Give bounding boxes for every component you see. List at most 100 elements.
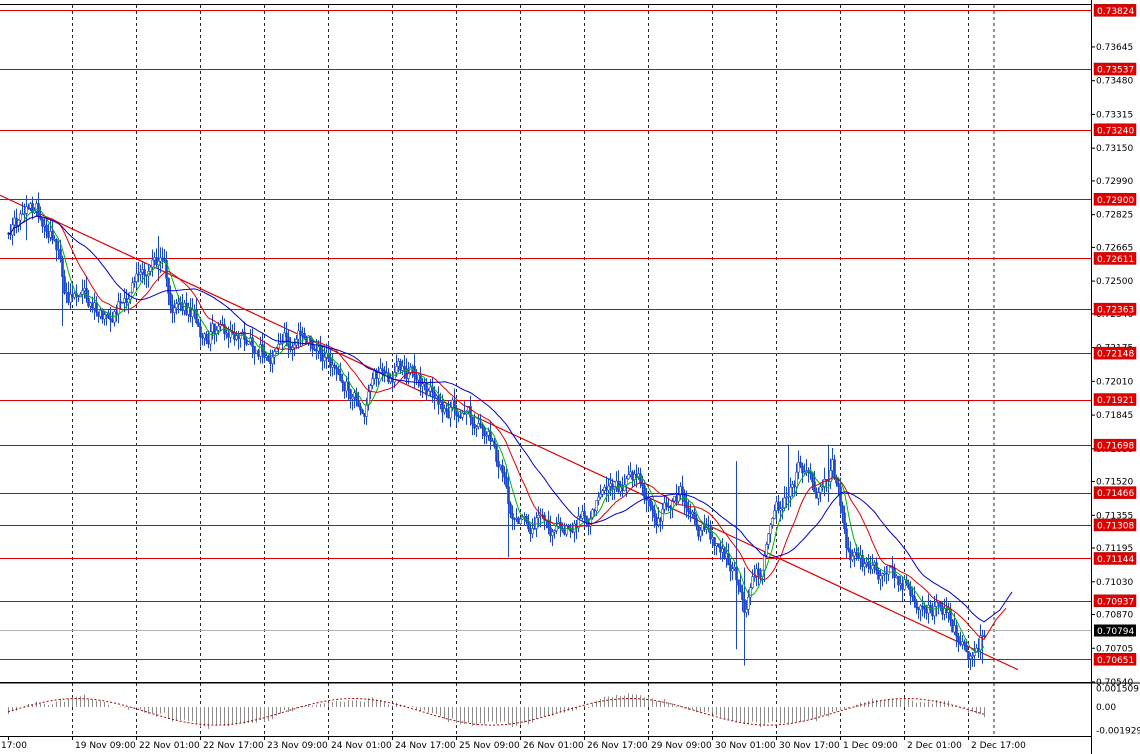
candle-body — [303, 333, 306, 339]
candle-body — [203, 333, 206, 339]
candle-body — [273, 351, 276, 358]
candle-body — [101, 310, 104, 320]
level-price-label: 0.70651 — [1097, 656, 1134, 666]
candle-body — [769, 524, 772, 535]
level-price-label: 0.73240 — [1097, 126, 1134, 136]
candle-body — [247, 341, 250, 345]
candle-body — [685, 501, 688, 509]
candle-body — [643, 485, 646, 498]
candle-body — [121, 301, 124, 304]
candle-body — [207, 340, 210, 345]
candle-body — [955, 625, 958, 637]
candle-body — [625, 478, 628, 486]
candle-body — [277, 344, 280, 349]
candle-body — [225, 332, 228, 335]
level-price-label: 0.72900 — [1097, 196, 1134, 206]
chart-canvas[interactable]: 0.73645 0.73480 0.73315 0.73150 0.72990 0.728… — [0, 0, 1140, 754]
candle-body — [233, 332, 236, 340]
candle-body — [915, 600, 918, 609]
candle-body — [639, 473, 642, 484]
candle-body — [739, 584, 742, 593]
candle-body — [741, 591, 744, 600]
candle-body — [527, 521, 530, 530]
current-price-label: 0.70794 — [1097, 627, 1134, 637]
candle-body — [191, 309, 194, 317]
candle-body — [493, 440, 496, 447]
candle-body — [501, 465, 504, 473]
price-tick-label: 0.73645 — [1096, 43, 1133, 53]
candle-body — [293, 344, 296, 348]
price-tick-label: 0.71030 — [1096, 578, 1133, 588]
candle-body — [51, 231, 54, 240]
candle-body — [847, 547, 850, 551]
price-tick-label: 0.72665 — [1096, 243, 1133, 253]
time-axis: 17:00 19 Nov 09:00 22 Nov 01:00 22 Nov 17:0… — [1, 736, 1026, 751]
candle-body — [95, 302, 98, 313]
oscillator-tick-label: 0.00 — [1096, 703, 1116, 713]
time-tick-label: 25 Nov 09:00 — [459, 741, 520, 751]
candle-body — [171, 304, 174, 313]
candle-body — [131, 282, 134, 293]
level-price-label: 0.71698 — [1097, 442, 1134, 452]
candle-body — [123, 298, 126, 303]
level-price-label: 0.71144 — [1097, 555, 1134, 565]
candle-body — [173, 307, 176, 313]
oscillator-tick-label: 0.001509 — [1096, 685, 1139, 695]
candle-body — [245, 339, 248, 345]
candle-body — [85, 287, 88, 299]
candle-body — [253, 346, 256, 354]
candle-body — [795, 471, 798, 488]
candle-body — [109, 317, 112, 321]
candle-body — [185, 302, 188, 315]
candle-body — [395, 365, 398, 373]
candle-body — [933, 606, 936, 617]
candle-body — [365, 404, 368, 417]
candle-body — [767, 533, 770, 545]
candle-body — [489, 431, 492, 442]
candle-body — [837, 482, 840, 487]
candle-body — [381, 368, 384, 371]
candle-body — [495, 446, 498, 462]
price-tick-label: 0.73480 — [1096, 77, 1133, 87]
candle-body — [843, 512, 846, 530]
candle-body — [833, 459, 836, 478]
candle-body — [765, 544, 768, 556]
candle-body — [783, 497, 786, 508]
time-tick-label: 26 Nov 17:00 — [587, 741, 648, 751]
candle-body — [63, 276, 66, 294]
candle-body — [909, 587, 912, 596]
candle-body — [59, 249, 62, 260]
candle-body — [627, 474, 630, 480]
price-tick-label: 0.73315 — [1096, 110, 1133, 120]
candle-body — [99, 310, 102, 317]
candle-body — [137, 273, 140, 276]
chart-frame — [0, 0, 1092, 754]
candle-body — [771, 518, 774, 526]
candle-body — [421, 383, 424, 387]
candle-body — [177, 301, 180, 304]
candle-body — [71, 293, 74, 298]
candle-body — [339, 373, 342, 381]
candle-body — [91, 302, 94, 309]
candle-body — [61, 258, 64, 277]
candle-body — [735, 566, 738, 581]
level-price-label: 0.73537 — [1097, 66, 1134, 76]
time-tick-label: 17:00 — [1, 741, 27, 751]
candle-body — [323, 357, 326, 362]
candle-body — [695, 517, 698, 527]
candle-body — [717, 543, 720, 547]
candle-body — [139, 271, 142, 275]
candle-body — [115, 311, 118, 315]
candle-body — [879, 575, 882, 580]
candle-body — [505, 476, 508, 488]
price-tick-label: 0.72500 — [1096, 277, 1133, 287]
candle-body — [913, 596, 916, 602]
candle-body — [649, 498, 652, 507]
price-tick-label: 0.73150 — [1096, 144, 1133, 154]
candle-body — [89, 302, 92, 307]
candle-body — [217, 325, 220, 331]
candle-body — [747, 596, 750, 610]
candle-body — [211, 323, 214, 332]
candle-body — [237, 335, 240, 340]
candle-body — [143, 269, 146, 276]
